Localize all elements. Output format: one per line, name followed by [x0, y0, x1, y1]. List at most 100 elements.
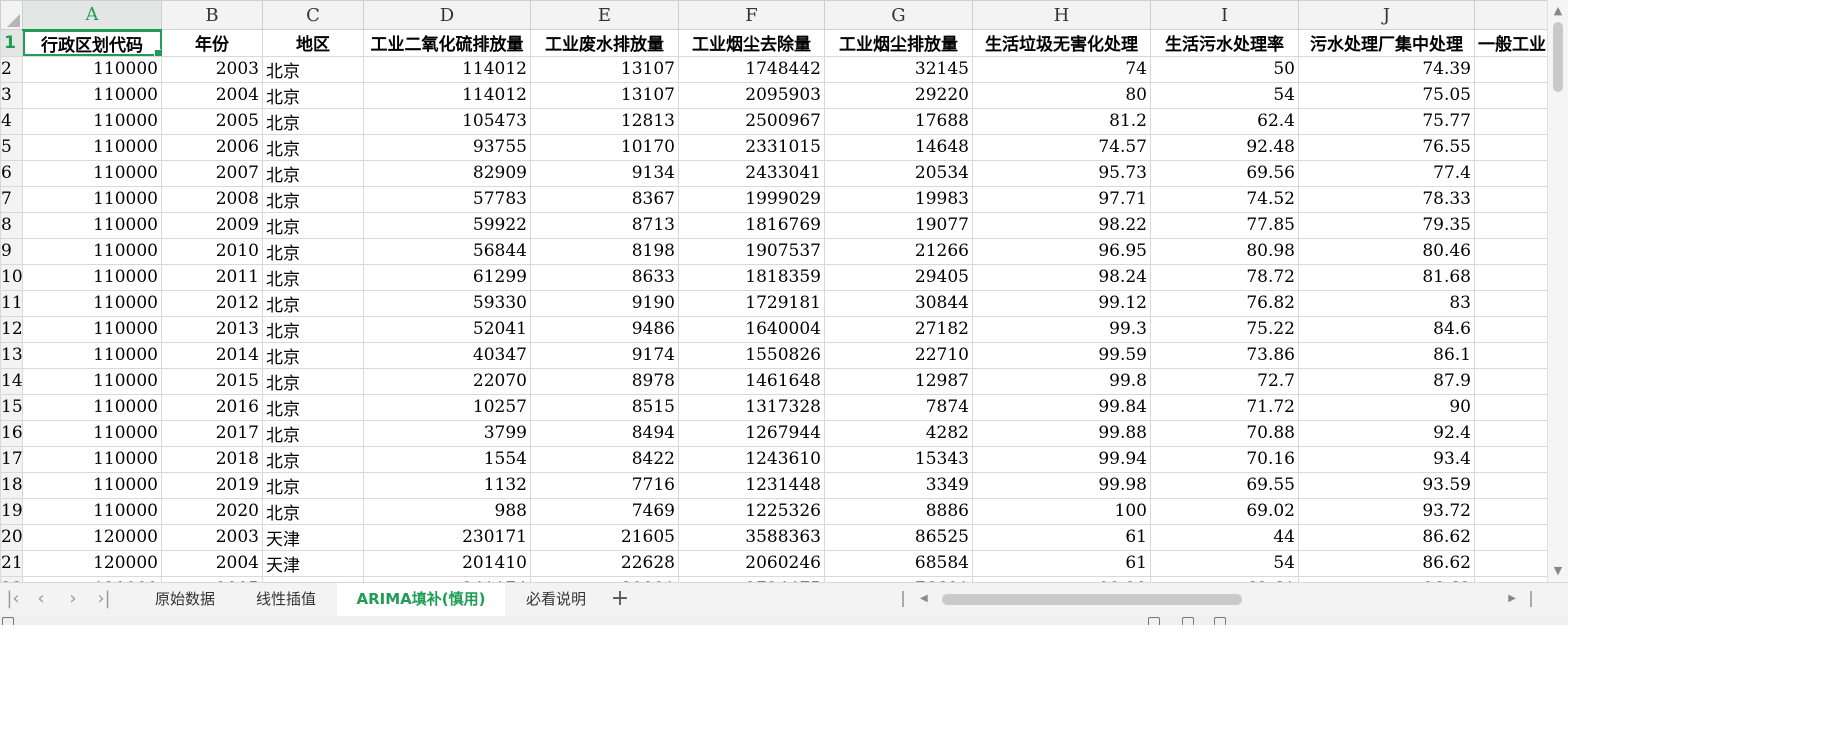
table-cell[interactable]: 72.7 — [1150, 367, 1299, 395]
row-number[interactable]: 15 — [0, 393, 23, 421]
sheet-tab-linear-interp[interactable]: 线性插值 — [237, 583, 335, 616]
row-number[interactable]: 16 — [0, 419, 23, 447]
header-cell[interactable]: 工业废水排放量 — [530, 29, 679, 57]
table-cell[interactable]: 86525 — [824, 523, 973, 551]
table-cell[interactable]: 22070 — [363, 367, 531, 395]
table-cell[interactable]: 21605 — [530, 523, 679, 551]
table-cell[interactable]: 2004 — [161, 549, 263, 577]
split-handle-right[interactable] — [1530, 591, 1532, 607]
scroll-down-icon[interactable]: ▼ — [1548, 562, 1568, 580]
scroll-right-icon[interactable]: ▶ — [1508, 589, 1516, 609]
header-cell[interactable]: 一般工业 — [1474, 29, 1547, 57]
table-cell[interactable]: 29405 — [824, 263, 973, 291]
table-cell[interactable]: 95.73 — [972, 159, 1151, 187]
table-cell[interactable]: 8198 — [530, 237, 679, 265]
table-cell[interactable]: 93.72 — [1298, 497, 1475, 525]
table-cell[interactable]: 北京 — [262, 315, 364, 343]
table-cell[interactable]: 北京 — [262, 159, 364, 187]
table-cell[interactable]: 32145 — [824, 55, 973, 83]
table-cell[interactable] — [1474, 81, 1547, 109]
table-cell[interactable]: 114012 — [363, 55, 531, 83]
scroll-left-icon[interactable]: ◀ — [920, 589, 928, 609]
table-cell[interactable] — [1474, 107, 1547, 135]
table-cell[interactable]: 27182 — [824, 315, 973, 343]
table-cell[interactable]: 13107 — [530, 55, 679, 83]
table-cell[interactable]: 9174 — [530, 341, 679, 369]
row-number[interactable]: 13 — [0, 341, 23, 369]
table-cell[interactable]: 110000 — [22, 55, 162, 83]
table-cell[interactable] — [1474, 445, 1547, 473]
table-cell[interactable] — [1474, 341, 1547, 369]
row-number[interactable]: 4 — [0, 107, 23, 135]
table-cell[interactable]: 北京 — [262, 133, 364, 161]
table-cell[interactable]: 100 — [972, 497, 1151, 525]
table-cell[interactable]: 2015 — [161, 367, 263, 395]
table-cell[interactable]: 110000 — [22, 107, 162, 135]
vertical-scroll-thumb[interactable] — [1553, 22, 1563, 92]
table-cell[interactable]: 83 — [1298, 289, 1475, 317]
table-cell[interactable] — [1474, 237, 1547, 265]
row-number[interactable]: 12 — [0, 315, 23, 343]
row-number[interactable]: 7 — [0, 185, 23, 213]
table-cell[interactable]: 2019 — [161, 471, 263, 499]
table-cell[interactable]: 8367 — [530, 185, 679, 213]
table-cell[interactable]: 90 — [1298, 393, 1475, 421]
row-number[interactable]: 5 — [0, 133, 23, 161]
sheet-tab-arima[interactable]: ARIMA填补(慎用) — [337, 583, 505, 616]
table-cell[interactable]: 7469 — [530, 497, 679, 525]
table-cell[interactable]: 97.71 — [972, 185, 1151, 213]
table-cell[interactable]: 988 — [363, 497, 531, 525]
horizontal-scroll-thumb[interactable] — [942, 594, 1242, 605]
row-number[interactable]: 11 — [0, 289, 23, 317]
next-sheet-icon[interactable]: › — [62, 589, 84, 609]
table-cell[interactable]: 15343 — [824, 445, 973, 473]
table-cell[interactable]: 75.05 — [1298, 81, 1475, 109]
fill-handle[interactable] — [154, 48, 161, 56]
table-cell[interactable]: 110000 — [22, 497, 162, 525]
table-cell[interactable]: 2020 — [161, 497, 263, 525]
table-cell[interactable]: 87.9 — [1298, 367, 1475, 395]
table-cell[interactable]: 99.59 — [972, 341, 1151, 369]
table-cell[interactable]: 68584 — [824, 549, 973, 577]
table-cell[interactable]: 75.77 — [1298, 107, 1475, 135]
table-cell[interactable]: 8633 — [530, 263, 679, 291]
table-cell[interactable]: 74.52 — [1150, 185, 1299, 213]
table-cell[interactable]: 1816769 — [678, 211, 825, 239]
table-cell[interactable]: 62.4 — [1150, 107, 1299, 135]
table-cell[interactable]: 78.72 — [1150, 263, 1299, 291]
row-number[interactable]: 8 — [0, 211, 23, 239]
page-layout-icon[interactable] — [1182, 617, 1194, 625]
table-cell[interactable]: 1640004 — [678, 315, 825, 343]
table-cell[interactable]: 北京 — [262, 341, 364, 369]
table-cell[interactable]: 74.57 — [972, 133, 1151, 161]
table-cell[interactable]: 75.22 — [1150, 315, 1299, 343]
column-header[interactable]: G — [824, 0, 973, 30]
table-cell[interactable]: 54 — [1150, 549, 1299, 577]
table-cell[interactable]: 3588363 — [678, 523, 825, 551]
table-cell[interactable]: 北京 — [262, 445, 364, 473]
sheet-tab-raw-data[interactable]: 原始数据 — [135, 583, 235, 616]
first-sheet-icon[interactable]: |‹ — [2, 589, 24, 609]
table-cell[interactable]: 1317328 — [678, 393, 825, 421]
table-cell[interactable]: 74.39 — [1298, 55, 1475, 83]
table-cell[interactable]: 52041 — [363, 315, 531, 343]
table-cell[interactable] — [1474, 263, 1547, 291]
row-number[interactable]: 21 — [0, 549, 23, 577]
table-cell[interactable]: 86.62 — [1298, 523, 1475, 551]
table-cell[interactable]: 10257 — [363, 393, 531, 421]
table-cell[interactable]: 69.56 — [1150, 159, 1299, 187]
table-cell[interactable]: 北京 — [262, 263, 364, 291]
table-cell[interactable]: 8978 — [530, 367, 679, 395]
table-cell[interactable]: 110000 — [22, 159, 162, 187]
table-cell[interactable]: 1729181 — [678, 289, 825, 317]
selected-cell[interactable]: 行政区划代码 — [22, 29, 162, 57]
table-cell[interactable]: 3799 — [363, 419, 531, 447]
table-cell[interactable]: 8713 — [530, 211, 679, 239]
table-cell[interactable]: 7874 — [824, 393, 973, 421]
row-number[interactable]: 18 — [0, 471, 23, 499]
table-cell[interactable]: 天津 — [262, 523, 364, 551]
table-cell[interactable]: 80.98 — [1150, 237, 1299, 265]
table-cell[interactable]: 8886 — [824, 497, 973, 525]
table-cell[interactable]: 2016 — [161, 393, 263, 421]
table-cell[interactable] — [1474, 471, 1547, 499]
